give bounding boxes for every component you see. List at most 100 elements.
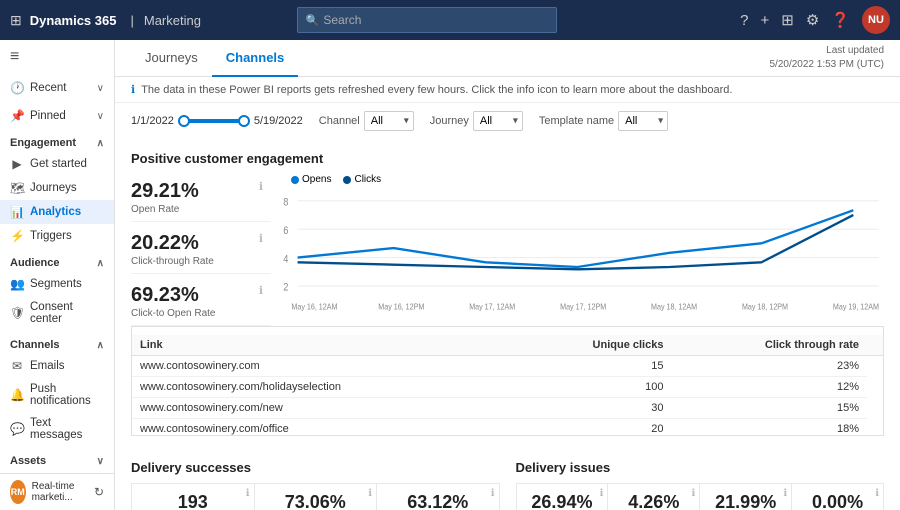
info-icon[interactable]: ℹ [131, 83, 135, 96]
sidebar-item-segments[interactable]: 👥 Segments [0, 272, 114, 296]
filter-icon[interactable]: ⊞ [781, 11, 794, 29]
sidebar-item-triggers[interactable]: ⚡ Triggers [0, 224, 114, 248]
delivery-issues-metrics: ℹ 26.94% Blocked ℹ 4.26% Soft Bounced ℹ … [516, 483, 885, 510]
tab-bar: Journeys Channels Last updated 5/20/2022… [115, 40, 900, 77]
avatar[interactable]: NU [862, 6, 890, 34]
col-link: Link [132, 335, 517, 356]
grid-icon[interactable]: ⊞ [10, 12, 22, 29]
search-input[interactable] [323, 13, 547, 27]
date-to: 5/19/2022 [254, 115, 303, 127]
sidebar-item-journeys[interactable]: 🗺 Journeys [0, 176, 114, 200]
assets-label: Assets [10, 455, 46, 467]
sidebar-section-pinned: 📌 Pinned ∨ [0, 102, 114, 130]
audience-section-header[interactable]: Audience ∧ [0, 252, 114, 272]
link-table: Link Unique clicks Click through rate ww… [132, 335, 883, 436]
rm-avatar: RM [10, 480, 26, 504]
engagement-title: Positive customer engagement [131, 151, 884, 166]
blocked-value: 26.94% [527, 492, 598, 510]
engagement-section-header[interactable]: Engagement ∧ [0, 132, 114, 152]
journey-select-wrapper[interactable]: All [473, 111, 523, 131]
sidebar-item-consent-center[interactable]: 🛡 Consent center [0, 296, 114, 330]
settings-icon[interactable]: ⚙ [806, 11, 819, 29]
filter-template: Template name All [539, 111, 668, 131]
table-row: www.contosowinery.com/holidayselection 1… [132, 377, 883, 398]
hamburger-menu[interactable]: ≡ [0, 40, 114, 74]
chart-area: Opens Clicks 8 6 4 2 [271, 174, 884, 304]
send-rate-info[interactable]: ℹ [368, 488, 372, 499]
template-select[interactable]: All [618, 111, 668, 131]
inflow-value: 193 [142, 492, 244, 510]
audience-label: Audience [10, 257, 60, 269]
sidebar-section-recent: 🕐 Recent ∨ [0, 74, 114, 102]
rm-text: Real-time marketi... [32, 481, 88, 503]
sidebar-section-audience: Audience ∧ 👥 Segments 🛡 Consent center [0, 250, 114, 332]
pin-icon: 📌 [10, 109, 24, 123]
metric-send-rate: ℹ 73.06% Send Rate [255, 483, 378, 510]
clicks-cell: 30 [517, 398, 671, 419]
ctr-label: Click-through Rate [131, 256, 271, 267]
metric-ctor-info[interactable]: ℹ [259, 284, 263, 297]
search-icon: 🔍 [306, 14, 320, 27]
clicks-cell: 15 [517, 356, 671, 377]
clicks-cell: 20 [517, 419, 671, 437]
clock-icon: 🕐 [10, 81, 24, 95]
template-select-wrapper[interactable]: All [618, 111, 668, 131]
engagement-area: ℹ 29.21% Open Rate ℹ 20.22% Click-throug… [131, 174, 884, 326]
last-updated: Last updated 5/20/2022 1:53 PM (UTC) [770, 44, 885, 72]
tab-channels[interactable]: Channels [212, 40, 299, 77]
journey-label: Journey [430, 115, 469, 127]
soft-bounced-value: 4.26% [618, 492, 689, 510]
assets-section-header[interactable]: Assets ∨ [0, 450, 114, 470]
svg-text:May 17, 12AM: May 17, 12AM [469, 302, 515, 312]
metric-open-rate: ℹ 29.21% Open Rate [131, 174, 271, 222]
channel-select[interactable]: All [364, 111, 414, 131]
link-table-wrapper[interactable]: Link Unique clicks Click through rate ww… [131, 326, 884, 436]
soft-bounced-info[interactable]: ℹ [691, 488, 695, 499]
metric-ctr-info[interactable]: ℹ [259, 232, 263, 245]
delivery-successes-title: Delivery successes [131, 460, 500, 475]
metric-hard-bounced: ℹ 21.99% Hard Bounced [700, 483, 792, 510]
single-bounced-value: 0.00% [802, 492, 873, 510]
metric-blocked: ℹ 26.94% Blocked [516, 483, 609, 510]
metric-open-info[interactable]: ℹ [259, 180, 263, 193]
delivery-issues-title: Delivery issues [516, 460, 885, 475]
send-rate-value: 73.06% [265, 492, 367, 510]
tab-journeys[interactable]: Journeys [131, 40, 212, 77]
clicks-cell: 100 [517, 377, 671, 398]
delivery-successes-metrics: ℹ 193 Inflow ℹ 73.06% Send Rate ℹ 63.12% [131, 483, 500, 510]
channel-select-wrapper[interactable]: All [364, 111, 414, 131]
engagement-chart: 8 6 4 2 May 16, 12AM [271, 189, 884, 319]
metric-single-bounced: ℹ 0.00% Single Bounced [792, 483, 884, 510]
sidebar-item-recent[interactable]: 🕐 Recent ∨ [0, 76, 114, 100]
help-icon[interactable]: ❓ [831, 11, 850, 29]
sidebar-item-emails[interactable]: ✉ Emails [0, 354, 114, 378]
metric-ctor: ℹ 69.23% Click-to Open Rate [131, 278, 271, 326]
engagement-chevron: ∧ [97, 138, 104, 149]
channels-section-header[interactable]: Channels ∧ [0, 334, 114, 354]
delivery-section: Delivery successes ℹ 193 Inflow ℹ 73.06%… [131, 448, 884, 510]
engagement-label: Engagement [10, 137, 76, 149]
journey-select[interactable]: All [473, 111, 523, 131]
sidebar-item-pinned[interactable]: 📌 Pinned ∨ [0, 104, 114, 128]
sidebar-item-get-started[interactable]: ▶ Get started [0, 152, 114, 176]
metrics-panel: ℹ 29.21% Open Rate ℹ 20.22% Click-throug… [131, 174, 271, 326]
pinned-chevron: ∨ [97, 111, 104, 122]
date-slider[interactable] [180, 119, 248, 123]
hard-bounced-info[interactable]: ℹ [783, 488, 787, 499]
refresh-icon[interactable]: ↻ [94, 485, 104, 499]
sidebar-item-push-notifications[interactable]: 🔔 Push notifications [0, 378, 114, 412]
delivery-rate-info[interactable]: ℹ [491, 488, 495, 499]
text-icon: 💬 [10, 422, 24, 436]
sidebar-item-text-messages[interactable]: 💬 Text messages [0, 412, 114, 446]
inflow-info[interactable]: ℹ [246, 488, 250, 499]
sidebar-item-analytics[interactable]: 📊 Analytics [0, 200, 114, 224]
delivery-rate-value: 63.12% [387, 492, 489, 510]
clicks-legend: Clicks [343, 174, 381, 185]
sidebar-bottom[interactable]: RM Real-time marketi... ↻ [0, 473, 114, 510]
single-bounced-info[interactable]: ℹ [875, 488, 879, 499]
question-icon[interactable]: ? [740, 12, 748, 29]
blocked-info[interactable]: ℹ [600, 488, 604, 499]
add-icon[interactable]: + [760, 12, 769, 29]
get-started-icon: ▶ [10, 157, 24, 171]
rate-cell: 23% [671, 356, 867, 377]
